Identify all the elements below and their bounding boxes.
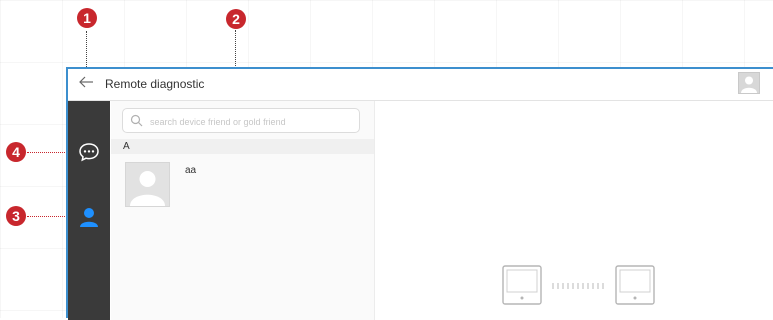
callout-marker-2: 2 bbox=[226, 9, 246, 29]
device-connection-icon bbox=[501, 263, 661, 311]
callout-marker-3: 3 bbox=[6, 206, 26, 226]
contact-name: aa bbox=[185, 165, 197, 176]
contact-list-item[interactable]: aa bbox=[111, 156, 374, 216]
page-title: Remote diagnostic bbox=[105, 77, 205, 91]
section-header-letter: A bbox=[111, 139, 374, 154]
arrow-left-icon[interactable] bbox=[78, 74, 96, 94]
app-window: Remote diagnostic search device friend o… bbox=[66, 67, 773, 320]
search-icon bbox=[130, 114, 143, 127]
chat-bubble-icon[interactable] bbox=[78, 141, 100, 163]
callout-marker-4: 4 bbox=[6, 142, 26, 162]
default-user-avatar bbox=[125, 162, 170, 207]
search-input[interactable] bbox=[148, 112, 357, 131]
contacts-panel: A aa bbox=[111, 101, 375, 320]
contacts-person-icon[interactable] bbox=[78, 206, 100, 228]
callout-marker-1: 1 bbox=[77, 8, 97, 28]
search-box[interactable] bbox=[122, 108, 360, 133]
title-bar: Remote diagnostic bbox=[68, 69, 773, 101]
sidebar bbox=[68, 101, 110, 320]
user-avatar-icon[interactable] bbox=[738, 72, 760, 94]
chat-area bbox=[375, 101, 773, 320]
